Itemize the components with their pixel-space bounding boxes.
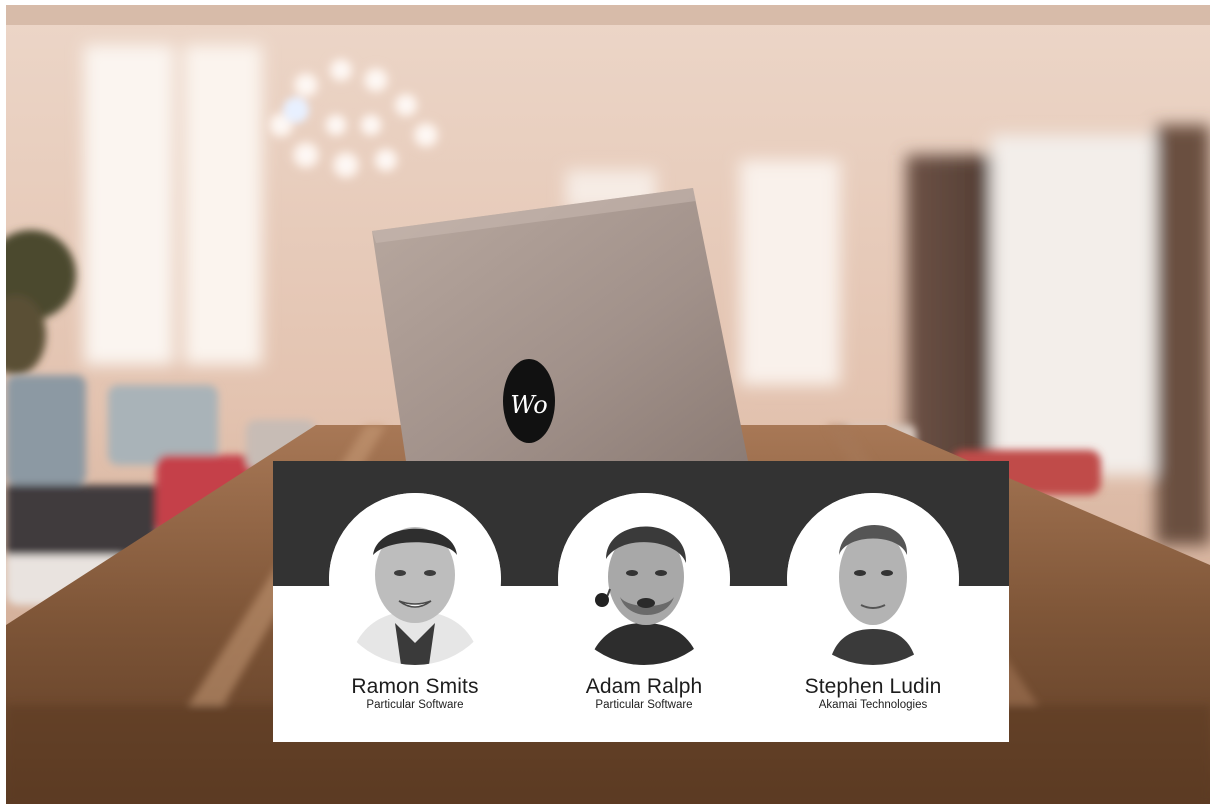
man-portrait-smiling-icon [329, 493, 501, 665]
speaker-name: Ramon Smits [351, 675, 479, 698]
speaker-company: Particular Software [366, 699, 464, 711]
speaker-avatar [329, 493, 501, 665]
speaker-avatar [558, 493, 730, 665]
scene: Wo Ramon Smits Particular Software Adam … [0, 0, 1211, 804]
speaker-avatar [787, 493, 959, 665]
speaker-company: Akamai Technologies [818, 699, 928, 711]
man-portrait-icon [787, 493, 959, 665]
laptop-sticker-text: Wo [510, 391, 548, 419]
man-portrait-headset-mic-icon [558, 493, 730, 665]
speaker-name: Adam Ralph [585, 675, 703, 698]
speaker-stephen-ludin: Stephen Ludin Akamai Technologies [773, 493, 973, 712]
speaker-adam-ralph: Adam Ralph Particular Software [544, 493, 744, 712]
speaker-card: Ramon Smits Particular Software Adam Ral… [273, 461, 1009, 742]
speaker-name: Stephen Ludin [804, 675, 942, 698]
speaker-ramon-smits: Ramon Smits Particular Software [315, 493, 515, 712]
speaker-company: Particular Software [595, 699, 693, 711]
